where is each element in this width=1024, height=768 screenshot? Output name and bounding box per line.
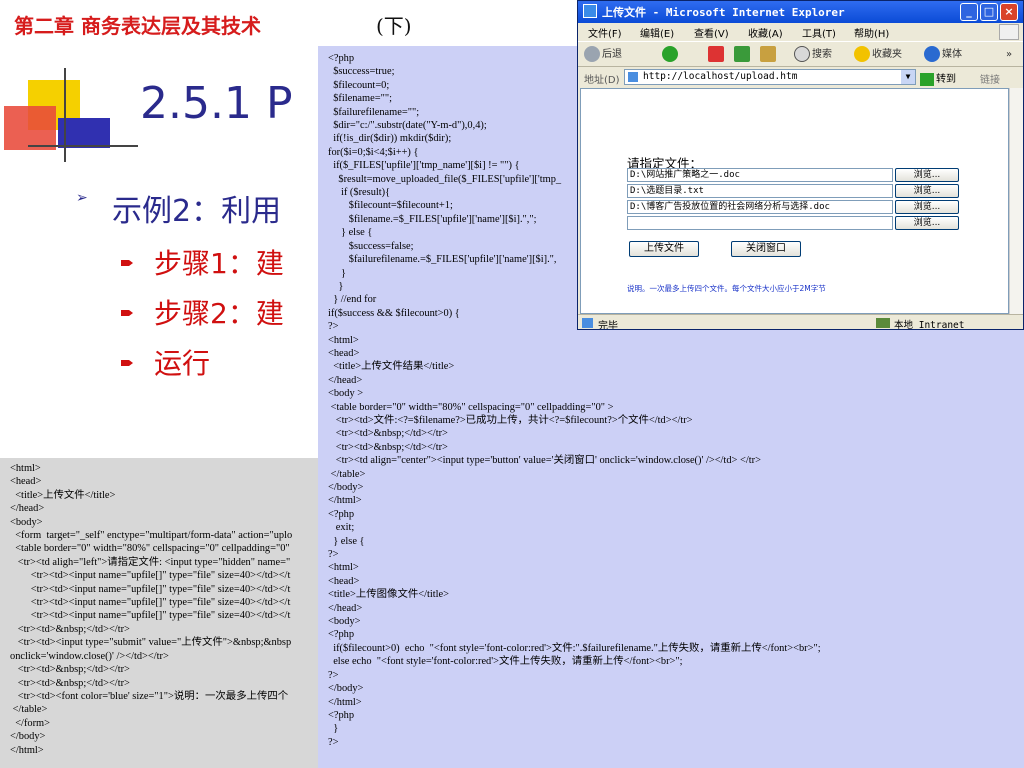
go-button[interactable]: 转到 [920,70,956,86]
refresh-icon [734,46,750,62]
go-arrow-icon [920,72,934,86]
upload-button[interactable]: 上传文件 [629,241,699,257]
close-button[interactable]: × [1000,3,1018,21]
windows-logo-icon [999,24,1019,40]
browse-button[interactable]: 浏览... [895,168,959,182]
chevron-down-icon[interactable]: ▼ [901,70,915,84]
page-icon [628,72,638,82]
file-input[interactable]: D:\博客广告投放位置的社会网络分析与选择.doc [627,200,893,214]
favorites-button[interactable]: 收藏夹 [854,46,902,64]
ie-titlebar[interactable]: 上传文件 - Microsoft Internet Explorer _ □ × [578,1,1023,23]
decor-red-square [4,106,56,150]
search-button[interactable]: 搜索 [794,46,832,64]
ie-menubar: 文件(F) 编辑(E) 查看(V) 收藏(A) 工具(T) 帮助(H) [578,23,1023,41]
chapter-subtitle: (下) [376,14,412,38]
stop-icon [708,46,724,62]
html-code-text: <html> <head> <title>上传文件</title> </head… [10,463,293,756]
status-zone: 本地 Intranet [894,320,965,330]
forward-arrow-icon [662,46,678,62]
example-bullet: 示例2：利用 [112,194,282,229]
address-value: http://localhost/upload.htm [643,71,798,82]
ie-window-title: 上传文件 - Microsoft Internet Explorer [602,6,845,19]
address-input[interactable]: http://localhost/upload.htm ▼ [624,69,916,85]
browse-button[interactable]: 浏览... [895,200,959,214]
refresh-button[interactable] [734,46,752,64]
file-row: D:\选题目录.txt 浏览... [627,184,959,198]
ie-window: 上传文件 - Microsoft Internet Explorer _ □ ×… [577,0,1024,330]
upload-note: 说明。一次最多上传四个文件。每个文件大小应小于2M字节 [627,284,826,293]
bullet-diamond-icon [120,306,134,320]
back-button[interactable]: 后退 [584,46,622,64]
file-input[interactable]: D:\选题目录.txt [627,184,893,198]
bullet-arrow-icon: ➢ [76,190,88,206]
decor-horizontal-line [28,145,138,147]
home-icon [760,46,776,62]
intranet-zone-icon [876,318,890,328]
menu-favorites[interactable]: 收藏(A) [748,25,783,40]
file-row: D:\网站推广策略之一.doc 浏览... [627,168,959,182]
menu-tools[interactable]: 工具(T) [802,25,836,40]
toolbar-more-chevron-icon[interactable]: » [1006,46,1012,64]
back-arrow-icon [584,46,600,62]
maximize-button[interactable]: □ [980,3,998,21]
address-label: 地址(D) [584,75,620,86]
file-input[interactable]: D:\网站推广策略之一.doc [627,168,893,182]
status-text: 完毕 [598,321,618,330]
file-row: D:\博客广告投放位置的社会网络分析与选择.doc 浏览... [627,200,959,214]
step-run: 运行 [154,347,211,380]
links-button[interactable]: 链接 [980,71,1000,86]
menu-view[interactable]: 查看(V) [694,25,729,40]
ie-page-content: 请指定文件： D:\网站推广策略之一.doc 浏览... D:\选题目录.txt… [580,88,1009,314]
bullet-diamond-icon [120,356,134,370]
html-code-panel: <html> <head> <title>上传文件</title> </head… [0,458,320,768]
ie-address-bar: 地址(D) http://localhost/upload.htm ▼ 转到 链… [578,67,1023,87]
chapter-title: 第二章 商务表达层及其技术 [14,14,261,38]
browse-button[interactable]: 浏览... [895,184,959,198]
ie-status-bar: 完毕 本地 Intranet [578,314,1023,330]
minimize-button[interactable]: _ [960,3,978,21]
step-2: 步骤2：建 [154,297,284,330]
home-button[interactable] [760,46,778,64]
bullet-diamond-icon [120,256,134,270]
ie-toolbar: 后退 搜索 收藏夹 媒体 » [578,41,1023,67]
decor-vertical-line [64,68,66,162]
slide-heading: 2.5.1 P [140,78,293,129]
menu-help[interactable]: 帮助(H) [854,25,889,40]
close-window-button[interactable]: 关闭窗口 [731,241,801,257]
search-icon [794,46,810,62]
menu-file[interactable]: 文件(F) [588,25,622,40]
ie-window-icon [583,4,597,18]
media-icon [924,46,940,62]
file-row: 浏览... [627,216,959,230]
page-done-icon [582,318,593,328]
vertical-scrollbar[interactable] [1009,88,1023,314]
star-icon [854,46,870,62]
media-button[interactable]: 媒体 [924,46,962,64]
step-1: 步骤1：建 [154,247,284,280]
menu-edit[interactable]: 编辑(E) [640,25,674,40]
stop-button[interactable] [708,46,726,64]
forward-button[interactable] [662,46,680,64]
browse-button[interactable]: 浏览... [895,216,959,230]
file-input[interactable] [627,216,893,230]
